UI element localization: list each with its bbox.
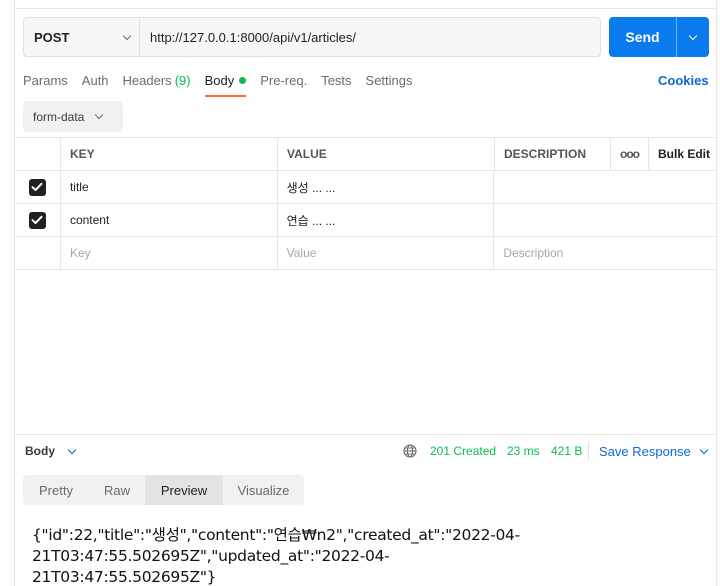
globe-icon[interactable]: [403, 444, 417, 458]
chevron-down-icon: [688, 31, 698, 40]
headers-count: (9): [174, 73, 191, 88]
tab-prereq-label: Pre-req.: [260, 73, 308, 88]
table-row-empty: Key Value Description: [15, 237, 716, 270]
chevron-down-icon: [95, 110, 104, 120]
request-tabs: Params Auth Headers (9) Body Pre-req. Tes…: [23, 73, 427, 97]
more-options-icon[interactable]: ooo: [610, 138, 648, 170]
body-type-label: form-data: [33, 109, 85, 124]
panel-top-border: [14, 8, 717, 9]
status-badge[interactable]: 201 Created: [430, 444, 496, 458]
tab-body[interactable]: Body: [204, 73, 247, 97]
header-description: DESCRIPTION: [494, 138, 610, 170]
response-divider: [15, 434, 716, 435]
response-body-select[interactable]: Body: [25, 444, 77, 458]
header-check-col: [15, 138, 60, 170]
chevron-down-icon: [699, 445, 709, 455]
method-label: POST: [34, 29, 70, 45]
table-header-row: KEY VALUE DESCRIPTION ooo Bulk Edit: [15, 137, 716, 171]
response-time[interactable]: 23 ms: [507, 444, 540, 458]
tab-params-label: Params: [23, 73, 68, 88]
key-input[interactable]: Key: [59, 237, 277, 269]
tab-prereq[interactable]: Pre-req.: [260, 73, 307, 97]
request-bar: POST http://127.0.0.1:8000/api/v1/articl…: [23, 17, 601, 57]
view-visualize[interactable]: Visualize: [223, 475, 304, 505]
body-indicator-dot: [239, 77, 247, 84]
tab-headers[interactable]: Headers (9): [123, 73, 191, 97]
divider: [588, 442, 589, 460]
header-value: VALUE: [277, 138, 494, 170]
value-input[interactable]: Value: [276, 237, 494, 269]
tab-body-label: Body: [204, 73, 235, 88]
view-pretty[interactable]: Pretty: [23, 475, 89, 505]
checkbox-checked-icon: [28, 211, 46, 229]
row-description[interactable]: [493, 204, 716, 236]
response-view-tabs: Pretty Raw Preview Visualize: [23, 475, 304, 505]
tab-settings[interactable]: Settings: [366, 73, 413, 97]
response-body-label: Body: [25, 444, 55, 458]
row-description[interactable]: [493, 171, 716, 203]
row-key[interactable]: content: [59, 204, 277, 236]
row-value[interactable]: 생성 ... ...: [276, 171, 494, 203]
tab-settings-label: Settings: [365, 73, 413, 88]
row-checkbox[interactable]: [15, 204, 60, 236]
tab-tests[interactable]: Tests: [321, 73, 351, 97]
description-input[interactable]: Description: [493, 237, 716, 269]
cookies-link[interactable]: Cookies: [658, 73, 709, 88]
row-key[interactable]: title: [59, 171, 277, 203]
tab-tests-label: Tests: [321, 73, 352, 88]
response-preview-content: {"id":22,"title":"생성","content":"연습₩n2",…: [32, 526, 520, 586]
row-value[interactable]: 연습 ... ...: [276, 204, 494, 236]
save-response-label: Save Response: [599, 444, 691, 459]
checkbox-checked-icon: [28, 178, 46, 196]
response-size[interactable]: 421 B: [551, 444, 582, 458]
tab-auth-label: Auth: [81, 73, 109, 88]
table-row: title 생성 ... ...: [15, 171, 716, 204]
send-button-group: Send: [609, 17, 709, 57]
send-button[interactable]: Send: [609, 17, 676, 57]
body-type-select[interactable]: form-data: [23, 101, 123, 132]
table-row: content 연습 ... ...: [15, 204, 716, 237]
row-check-empty: [15, 237, 60, 269]
save-response-button[interactable]: Save Response: [599, 444, 709, 459]
chevron-down-icon: [122, 31, 132, 40]
url-input[interactable]: http://127.0.0.1:8000/api/v1/articles/: [140, 18, 600, 56]
send-options-button[interactable]: [677, 17, 709, 57]
tab-auth[interactable]: Auth: [82, 73, 109, 97]
form-data-table: KEY VALUE DESCRIPTION ooo Bulk Edit titl…: [15, 137, 716, 270]
view-preview[interactable]: Preview: [145, 475, 223, 505]
chevron-down-icon: [67, 445, 77, 454]
bulk-edit-button[interactable]: Bulk Edit: [648, 138, 716, 170]
method-select[interactable]: POST: [24, 18, 140, 56]
view-raw[interactable]: Raw: [89, 475, 145, 505]
panel-right-border: [716, 0, 717, 586]
tab-params[interactable]: Params: [23, 73, 68, 97]
row-checkbox[interactable]: [15, 171, 60, 203]
tab-headers-label: Headers: [122, 73, 172, 88]
panel-left-border: [14, 0, 15, 586]
header-key: KEY: [60, 138, 277, 170]
